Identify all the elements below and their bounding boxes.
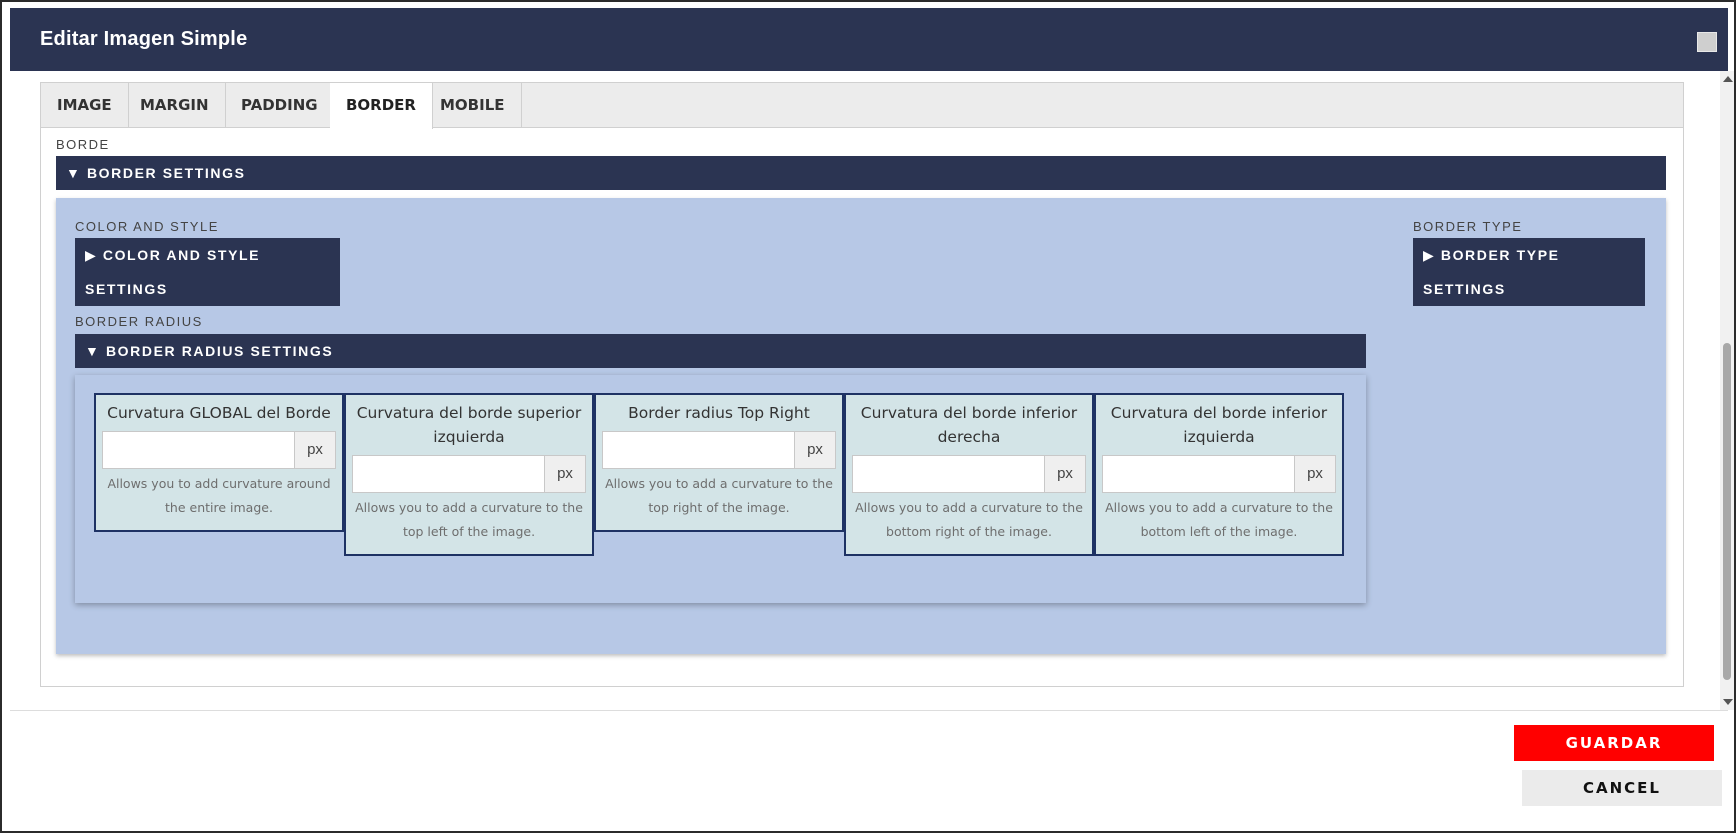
border-settings-body: COLOR AND STYLE ▶ COLOR AND STYLE SETTIN…: [56, 198, 1666, 654]
scroll-down-icon[interactable]: [1723, 699, 1733, 705]
unit-label: px: [294, 431, 336, 469]
border-radius-toggle[interactable]: ▼ BORDER RADIUS SETTINGS: [75, 334, 1366, 368]
scroll-up-icon[interactable]: [1723, 76, 1733, 82]
modal-body[interactable]: IMAGE MARGIN PADDING BORDER MOBILE BORDE…: [10, 71, 1728, 710]
tab-padding[interactable]: PADDING: [225, 83, 335, 128]
radius-bottom-right-card: Curvatura del borde inferior derecha px …: [844, 393, 1094, 556]
modal-title: Editar Imagen Simple: [40, 28, 248, 50]
unit-label: px: [1044, 455, 1086, 493]
vertical-scrollbar[interactable]: [1720, 71, 1734, 710]
close-icon[interactable]: [1697, 32, 1717, 52]
tab-mobile[interactable]: MOBILE: [424, 83, 522, 128]
radius-global-card: Curvatura GLOBAL del Borde px Allows you…: [94, 393, 344, 532]
radius-bottom-left-card: Curvatura del borde inferior izquierda p…: [1094, 393, 1344, 556]
color-style-toggle[interactable]: ▶ COLOR AND STYLE SETTINGS: [75, 238, 340, 306]
radius-top-right-input[interactable]: [602, 431, 794, 469]
border-section-label: BORDE: [56, 137, 110, 152]
settings-panel: IMAGE MARGIN PADDING BORDER MOBILE BORDE…: [40, 82, 1684, 687]
color-style-label: COLOR AND STYLE: [75, 219, 219, 234]
scrollbar-thumb[interactable]: [1723, 343, 1731, 680]
field-title: Curvatura del borde superior izquierda: [356, 404, 582, 446]
modal-header: Editar Imagen Simple: [10, 8, 1728, 71]
border-radius-label: BORDER RADIUS: [75, 314, 203, 329]
unit-label: px: [1294, 455, 1336, 493]
radius-bottom-left-input[interactable]: [1102, 455, 1294, 493]
border-radius-body: Curvatura GLOBAL del Borde px Allows you…: [75, 375, 1366, 603]
field-help: Allows you to add a curvature to the bot…: [1105, 500, 1333, 539]
border-settings-toggle[interactable]: ▼ BORDER SETTINGS: [56, 156, 1666, 190]
tab-bar: IMAGE MARGIN PADDING BORDER MOBILE: [41, 83, 1683, 129]
radius-bottom-right-input[interactable]: [852, 455, 1044, 493]
tab-image[interactable]: IMAGE: [41, 83, 129, 128]
edit-image-modal: Editar Imagen Simple IMAGE MARGIN PADDIN…: [2, 2, 1734, 831]
footer-divider: [10, 710, 1728, 711]
tab-margin[interactable]: MARGIN: [124, 83, 226, 128]
field-title: Curvatura del borde inferior izquierda: [1110, 404, 1328, 446]
tab-border[interactable]: BORDER: [330, 83, 433, 129]
field-title: Curvatura GLOBAL del Borde: [107, 404, 331, 422]
cancel-button[interactable]: CANCEL: [1522, 770, 1722, 806]
field-title: Border radius Top Right: [628, 404, 810, 422]
radius-top-right-card: Border radius Top Right px Allows you to…: [594, 393, 844, 532]
radius-top-left-card: Curvatura del borde superior izquierda p…: [344, 393, 594, 556]
radius-top-left-input[interactable]: [352, 455, 544, 493]
unit-label: px: [794, 431, 836, 469]
field-help: Allows you to add curvature around the e…: [107, 476, 331, 515]
field-help: Allows you to add a curvature to the top…: [355, 500, 583, 539]
border-type-label: BORDER TYPE: [1413, 219, 1523, 234]
unit-label: px: [544, 455, 586, 493]
field-title: Curvatura del borde inferior derecha: [860, 404, 1078, 446]
field-help: Allows you to add a curvature to the top…: [605, 476, 833, 515]
radius-global-input[interactable]: [102, 431, 294, 469]
border-type-toggle[interactable]: ▶ BORDER TYPE SETTINGS: [1413, 238, 1645, 306]
save-button[interactable]: GUARDAR: [1514, 725, 1714, 761]
field-help: Allows you to add a curvature to the bot…: [855, 500, 1083, 539]
